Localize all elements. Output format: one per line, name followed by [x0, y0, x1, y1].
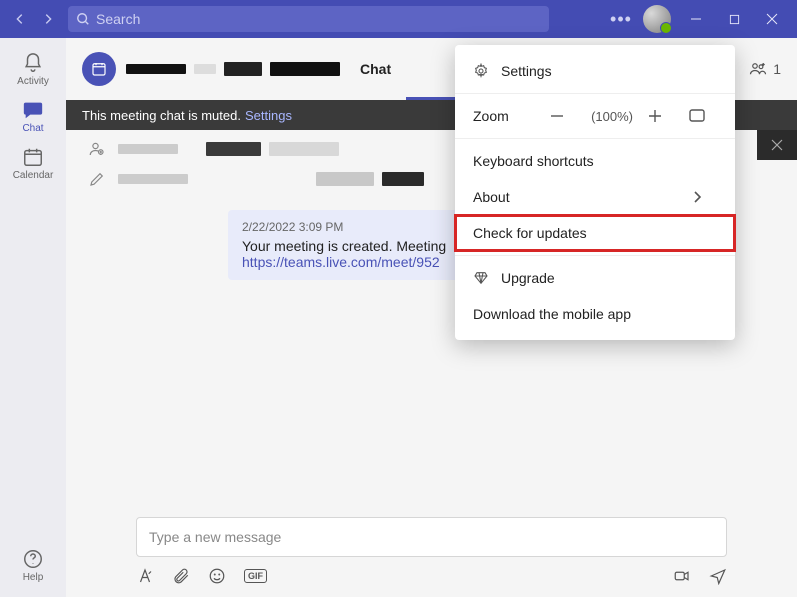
menu-label: About — [473, 189, 510, 205]
menu-keyboard-shortcuts[interactable]: Keyboard shortcuts — [455, 143, 735, 179]
people-count-text: 1 — [773, 61, 781, 77]
redacted-text — [382, 172, 424, 186]
menu-label: Check for updates — [473, 225, 587, 241]
search-box[interactable]: Search — [68, 6, 549, 32]
banner-settings-link[interactable]: Settings — [245, 108, 292, 123]
rail-label: Help — [23, 572, 44, 583]
app-menu: Settings Zoom (100%) Keyboard shortcuts … — [455, 45, 735, 340]
redacted-text — [269, 142, 339, 156]
nav-back[interactable] — [6, 5, 34, 33]
redacted-text — [224, 62, 262, 76]
meeting-link[interactable]: https://teams.live.com/meet/952 — [242, 254, 440, 270]
redacted-text — [126, 64, 186, 74]
rail-label: Chat — [22, 123, 43, 134]
bell-icon — [22, 52, 44, 74]
search-placeholder: Search — [96, 11, 140, 27]
menu-settings[interactable]: Settings — [455, 53, 735, 89]
redacted-text — [194, 64, 216, 74]
chat-icon — [22, 99, 44, 121]
edit-icon — [88, 170, 106, 188]
zoom-out-icon[interactable] — [549, 108, 565, 124]
nav-forward[interactable] — [34, 5, 62, 33]
menu-label: Download the mobile app — [473, 306, 631, 322]
fullscreen-icon[interactable] — [689, 108, 705, 124]
app-menu-button[interactable]: ••• — [605, 9, 637, 30]
participants-button[interactable]: 1 — [749, 60, 781, 78]
meet-now-icon[interactable] — [673, 567, 691, 585]
search-icon — [76, 12, 90, 26]
rail-activity[interactable]: Activity — [8, 46, 58, 93]
gif-icon[interactable]: GIF — [244, 569, 267, 583]
tab-chat[interactable]: Chat — [360, 61, 391, 77]
menu-mobile-app[interactable]: Download the mobile app — [455, 296, 735, 332]
menu-label: Zoom — [473, 108, 509, 124]
message-text: Your meeting is created. Meeting — [242, 238, 446, 254]
people-icon — [749, 60, 767, 78]
chevron-right-icon — [689, 189, 705, 205]
diamond-icon — [473, 270, 489, 286]
banner-text: This meeting chat is muted. — [82, 108, 241, 123]
window-minimize[interactable] — [677, 3, 715, 35]
format-icon[interactable] — [136, 567, 154, 585]
rail-label: Activity — [17, 76, 49, 87]
rail-calendar[interactable]: Calendar — [8, 140, 58, 187]
menu-label: Keyboard shortcuts — [473, 153, 594, 169]
menu-about[interactable]: About — [455, 179, 735, 215]
send-icon[interactable] — [709, 567, 727, 585]
redacted-text — [206, 142, 261, 156]
meeting-icon — [82, 52, 116, 86]
menu-check-updates[interactable]: Check for updates — [455, 215, 735, 251]
add-person-icon — [88, 140, 106, 158]
redacted-text — [118, 144, 178, 154]
user-avatar[interactable] — [643, 5, 671, 33]
zoom-value: (100%) — [591, 109, 633, 124]
redacted-text — [316, 172, 374, 186]
window-close[interactable] — [753, 3, 791, 35]
rail-help[interactable]: Help — [8, 542, 58, 589]
redacted-text — [270, 62, 340, 76]
compose-placeholder: Type a new message — [149, 529, 281, 545]
banner-close[interactable] — [757, 130, 797, 160]
gear-icon — [473, 63, 489, 79]
menu-label: Upgrade — [501, 270, 555, 286]
calendar-icon — [22, 146, 44, 168]
compose-area: Type a new message GIF — [66, 505, 797, 597]
rail-label: Calendar — [13, 170, 54, 181]
message-input[interactable]: Type a new message — [136, 517, 727, 557]
emoji-icon[interactable] — [208, 567, 226, 585]
app-rail: Activity Chat Calendar Help — [0, 38, 66, 597]
window-maximize[interactable] — [715, 3, 753, 35]
rail-chat[interactable]: Chat — [8, 93, 58, 140]
redacted-text — [118, 174, 188, 184]
attach-icon[interactable] — [172, 567, 190, 585]
menu-upgrade[interactable]: Upgrade — [455, 260, 735, 296]
menu-zoom: Zoom (100%) — [455, 98, 735, 134]
menu-label: Settings — [501, 63, 552, 79]
titlebar: Search ••• — [0, 0, 797, 38]
zoom-in-icon[interactable] — [647, 108, 663, 124]
help-icon — [22, 548, 44, 570]
